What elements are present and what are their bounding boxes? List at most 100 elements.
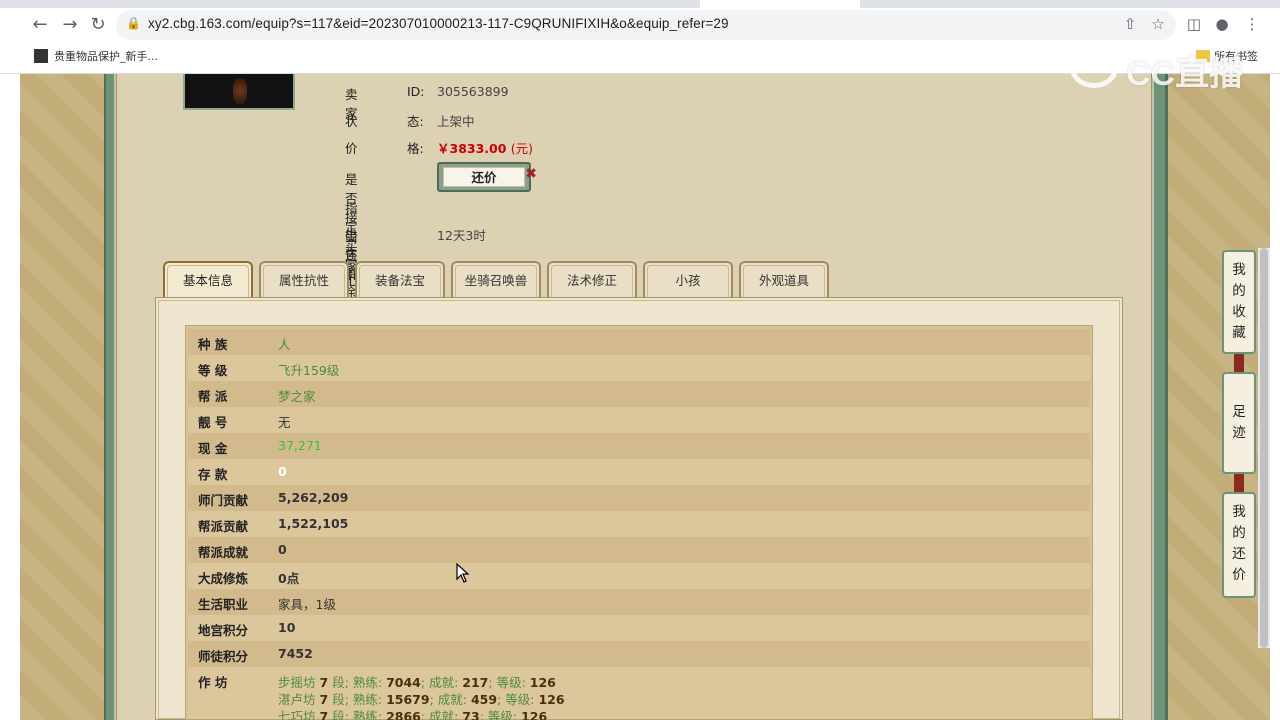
status-value: 上架中 [437,114,475,129]
table-row: 现 金 37,271 [188,433,1090,459]
table-row: 靓 号无 [188,407,1090,433]
row-value: 无 [278,415,291,430]
side-connector [1234,354,1244,374]
side-char: 迹 [1232,425,1246,441]
row-value: 0 [278,464,287,479]
grade-label: 等级: [496,675,526,690]
row-value: 梦之家 [278,389,316,404]
seller-id-label: ID: [407,84,425,99]
star-icon[interactable]: ☆ [1148,14,1168,34]
price-label: 价 [345,141,358,156]
workshop-name: 步摇坊 [278,675,316,690]
url-text[interactable]: xy2.cbg.163.com/equip?s=117&eid=20230701… [148,16,729,31]
row-key: 大成修炼 [198,571,249,586]
side-char: 我 [1232,504,1246,520]
table-row: 帮派贡献 1,522,105 [188,511,1090,537]
grade-label: 等级: [505,692,535,707]
menu-icon[interactable]: ⋮ [1242,14,1262,34]
close-icon[interactable]: ✖ [525,166,537,182]
workshop-level: 7 [319,692,329,707]
watermark-text: CC直播 [1126,55,1244,93]
row-key: 帮 派 [198,389,228,404]
price-unit: (元) [510,141,534,156]
side-char: 的 [1232,283,1246,299]
row-value: 0 [278,542,287,557]
tab-equipment[interactable]: 装备法宝 [355,261,445,297]
tab-basic-info[interactable]: 基本信息 [163,261,253,297]
tab-child[interactable]: 小孩 [643,261,733,297]
ach-label: 成就: [429,675,459,690]
profile-icon[interactable]: ● [1212,14,1232,34]
bookmark-item[interactable]: 贵重物品保护_新手... [34,48,158,64]
tab-appearance[interactable]: 外观道具 [739,261,829,297]
row-key: 现 金 [198,441,228,456]
table-row: 地宫积分 10 [188,615,1090,641]
side-char: 还 [1232,546,1246,562]
skill-value: 2866 [386,709,421,720]
sidepanel-icon[interactable]: ◫ [1184,14,1204,34]
skill-value: 15679 [386,692,430,707]
row-key: 帮派贡献 [198,519,249,534]
grade-value: 126 [521,709,548,720]
workshop-line: 七巧坊 7 段; 熟练: 2866; 成就: 73; 等级: 126 [278,706,547,720]
row-key: 师徒积分 [198,649,249,664]
tab-attributes[interactable]: 属性抗性 [259,261,349,297]
my-favorites-button[interactable]: 我 的 收 藏 [1222,250,1256,354]
footprint-button[interactable]: 足 迹 [1222,372,1256,474]
row-value: 7452 [278,646,313,661]
side-char: 足 [1232,404,1246,420]
page-edge-right [1270,74,1280,720]
row-value: 0点 [278,571,300,586]
counter-offer-label: 还价 [443,167,525,187]
row-key: 作 坊 [198,675,228,690]
my-offers-button[interactable]: 我 的 还 价 [1222,492,1256,598]
share-icon[interactable]: ⇧ [1120,14,1140,34]
seller-id: 305563899 [437,84,509,99]
price-value: ￥3833.00 (元) [437,138,533,157]
pattern-left [20,74,104,720]
status-label: 状 [345,114,358,129]
grade-value: 126 [538,692,565,707]
tab-mounts-pets[interactable]: 坐骑召唤兽 [451,261,541,297]
row-key: 种 族 [198,337,228,352]
ach-label: 成就: [437,692,467,707]
row-value: 飞升159级 [278,363,340,378]
grade-value: 126 [529,675,556,690]
counter-offer-button[interactable]: 还价 ✖ [437,162,537,192]
row-key: 师门贡献 [198,493,249,508]
row-key: 生活职业 [198,597,249,612]
row-value: 10 [278,620,296,635]
workshop-level: 7 [319,675,329,690]
skill-value: 7044 [386,675,421,690]
tab-spell-correction[interactable]: 法术修正 [547,261,637,297]
workshop-level: 7 [319,709,329,720]
row-key: 地宫积分 [198,623,249,638]
price-label-2: 格: [407,141,424,156]
forward-arrow-icon[interactable]: → [58,13,82,37]
address-bar[interactable]: 🔒 xy2.cbg.163.com/equip?s=117&eid=202307… [116,10,1176,40]
side-char: 的 [1232,525,1246,541]
workshop-seg: 段; [332,709,349,720]
price-amount: ￥3833.00 [437,141,507,156]
ach-value: 459 [470,692,498,707]
status-label-2: 态: [407,114,424,129]
table-row: 帮派成就 0 [188,537,1090,563]
scrollbar[interactable] [1258,248,1270,648]
back-arrow-icon[interactable]: ← [28,13,52,37]
bookmark-favicon-icon [34,49,48,63]
table-row: 作 坊 步摇坊 7 段; 熟练: 7044; 成就: 217; 等级: 126 … [188,667,1090,720]
active-tab[interactable] [700,0,860,8]
reload-icon[interactable]: ↻ [86,13,110,37]
table-row: 等 级 飞升159级 [188,355,1090,381]
scrollbar-thumb[interactable] [1260,248,1268,648]
row-value: 5,262,209 [278,490,349,505]
table-row: 生活职业 家具，1级 [188,589,1090,615]
frame-pillar-left [104,74,116,720]
frame-pillar-right [1152,74,1168,720]
skill-label: 熟练: [352,692,383,707]
lock-icon[interactable]: 🔒 [126,16,141,32]
skill-label: 熟练: [352,675,383,690]
side-char: 收 [1232,304,1246,320]
workshop-name: 七巧坊 [278,709,316,720]
character-thumbnail[interactable] [183,74,295,110]
